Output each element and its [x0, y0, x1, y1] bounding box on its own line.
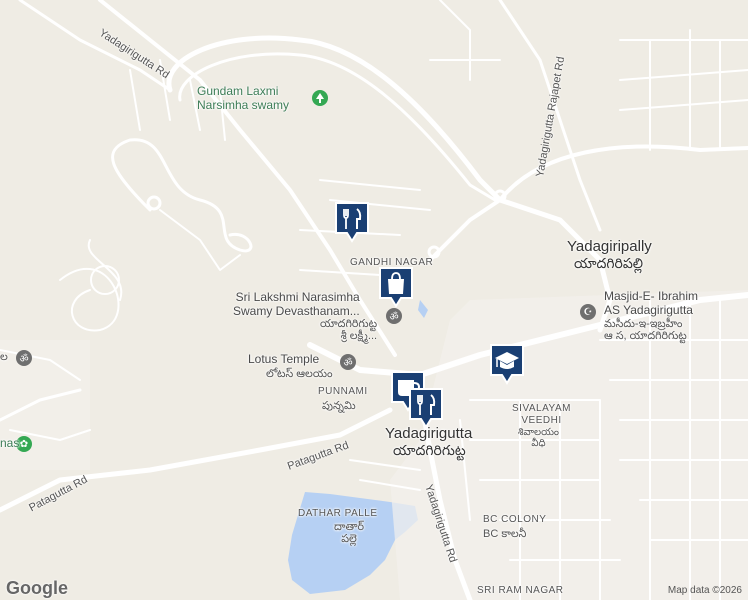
town-label-yadagirigutta-telugu: యాదగిరిగుట్ట: [393, 442, 466, 458]
tree-icon[interactable]: [312, 90, 328, 106]
om-icon[interactable]: ॐ: [16, 350, 32, 366]
fork-knife-icon[interactable]: [334, 201, 370, 243]
place-label-sivalayam: SIVALAYAM VEEDHI: [512, 403, 571, 426]
map-canvas[interactable]: Yadagirigutta Rd Yadagirigutta Rajapet R…: [0, 0, 748, 600]
place-label-sri-ram-nagar: SRI RAM NAGAR: [477, 585, 564, 596]
town-label-yadagiripally-telugu: యాదగిరిపల్లి: [574, 255, 644, 271]
edge-label-telugu: ల: [0, 351, 8, 363]
edge-label-park: nas: [0, 436, 20, 450]
om-icon[interactable]: ॐ: [340, 354, 356, 370]
town-label-yadagiripally: Yadagiripally: [567, 238, 652, 255]
poi-label-temple-telugu: యాదగిరిగుట్ట శ్రీ లక్ష్మీ...: [320, 318, 378, 342]
poi-label-masjid-telugu: మసీదు-ఇ-ఇబ్రహీం ఆ స, యాదగిరిగుట్ట: [604, 318, 687, 342]
poi-label-gundam[interactable]: Gundam Laxmi Narsimha swamy: [197, 84, 289, 112]
place-label-bc-colony-telugu: BC కాలనీ: [483, 528, 527, 540]
fork-knife-icon[interactable]: [408, 387, 444, 429]
place-label-punnami: PUNNAMI: [318, 386, 368, 397]
place-label-sivalayam-telugu: శివాలయం వీధి: [518, 427, 559, 449]
poi-label-lotus-telugu: లోటస్ ఆలయం: [266, 368, 333, 380]
place-label-dathar-telugu: దాతార్ పల్లె: [334, 521, 364, 545]
poi-label-sri-lakshmi-temple[interactable]: Sri Lakshmi Narasimha Swamy Devasthanam.…: [233, 290, 360, 318]
google-logo: Google: [6, 578, 68, 598]
place-label-punnami-telugu: పున్నమి: [322, 400, 356, 412]
poi-label-lotus-temple[interactable]: Lotus Temple: [248, 352, 319, 366]
mosque-icon[interactable]: ☪: [580, 304, 596, 320]
place-label-dathar-palle: DATHAR PALLE: [298, 508, 378, 519]
shopping-bag-icon[interactable]: [378, 266, 414, 308]
map-attribution[interactable]: Map data ©2026: [668, 585, 742, 596]
om-icon[interactable]: ॐ: [386, 308, 402, 324]
poi-label-masjid[interactable]: Masjid-E- Ibrahim AS Yadagirigutta: [604, 289, 698, 317]
place-label-bc-colony: BC COLONY: [483, 514, 547, 525]
graduation-cap-icon[interactable]: [489, 343, 525, 385]
